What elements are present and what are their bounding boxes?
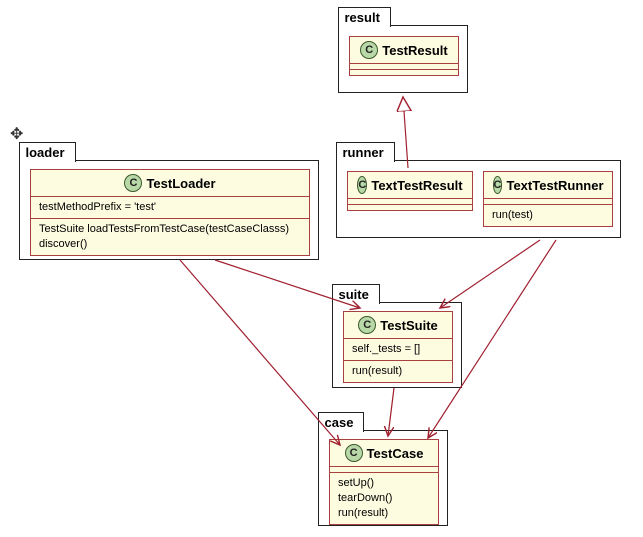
op-row: tearDown() xyxy=(338,491,430,506)
op-row: run(result) xyxy=(352,364,444,379)
package-tab-loader: loader xyxy=(19,142,76,162)
class-TextTestResult: C TextTestResult xyxy=(347,171,473,211)
package-tab-suite: suite xyxy=(332,284,380,304)
class-icon: C xyxy=(124,174,142,192)
package-loader: loader C TestLoader testMethodPrefix = '… xyxy=(19,160,319,260)
class-name: TestResult xyxy=(382,43,448,58)
class-TestLoader: C TestLoader testMethodPrefix = 'test' T… xyxy=(30,169,310,256)
op-row: TestSuite loadTestsFromTestCase(testCase… xyxy=(39,222,301,237)
rel-TestLoader-TestCase xyxy=(180,260,340,445)
package-tab-result: result xyxy=(338,7,391,27)
package-tab-runner: runner xyxy=(336,142,395,162)
rel-TextTestResult-TestResult xyxy=(403,97,408,168)
class-icon: C xyxy=(357,176,367,194)
package-suite: suite C TestSuite self._tests = [] run(r… xyxy=(332,302,462,388)
class-icon: C xyxy=(493,176,503,194)
class-icon: C xyxy=(358,316,376,334)
class-TestSuite: C TestSuite self._tests = [] run(result) xyxy=(343,311,453,383)
move-cursor-icon: ✥ xyxy=(10,124,23,144)
class-name: TestLoader xyxy=(146,176,215,191)
package-case: case C TestCase setUp() tearDown() run(r… xyxy=(318,430,448,526)
class-TestResult: C TestResult xyxy=(349,36,459,76)
package-tab-case: case xyxy=(318,412,365,432)
class-TextTestRunner: C TextTestRunner run(test) xyxy=(483,171,613,227)
attr-row: testMethodPrefix = 'test' xyxy=(39,200,301,215)
class-name: TestSuite xyxy=(380,318,438,333)
rel-TextTestRunner-TestSuite xyxy=(440,240,540,308)
class-TestCase: C TestCase setUp() tearDown() run(result… xyxy=(329,439,439,525)
class-icon: C xyxy=(345,444,363,462)
rel-TestSuite-TestCase xyxy=(388,388,394,436)
class-icon: C xyxy=(360,41,378,59)
op-row: run(test) xyxy=(492,208,604,223)
package-runner: runner C TextTestResult C TextTestRunner… xyxy=(336,160,621,238)
op-row: setUp() xyxy=(338,476,430,491)
attr-row: self._tests = [] xyxy=(352,342,444,357)
class-name: TextTestResult xyxy=(371,178,462,193)
package-result: result C TestResult xyxy=(338,25,468,93)
op-row: run(result) xyxy=(338,506,430,521)
class-name: TextTestRunner xyxy=(506,178,603,193)
op-row: discover() xyxy=(39,237,301,252)
class-name: TestCase xyxy=(367,446,424,461)
